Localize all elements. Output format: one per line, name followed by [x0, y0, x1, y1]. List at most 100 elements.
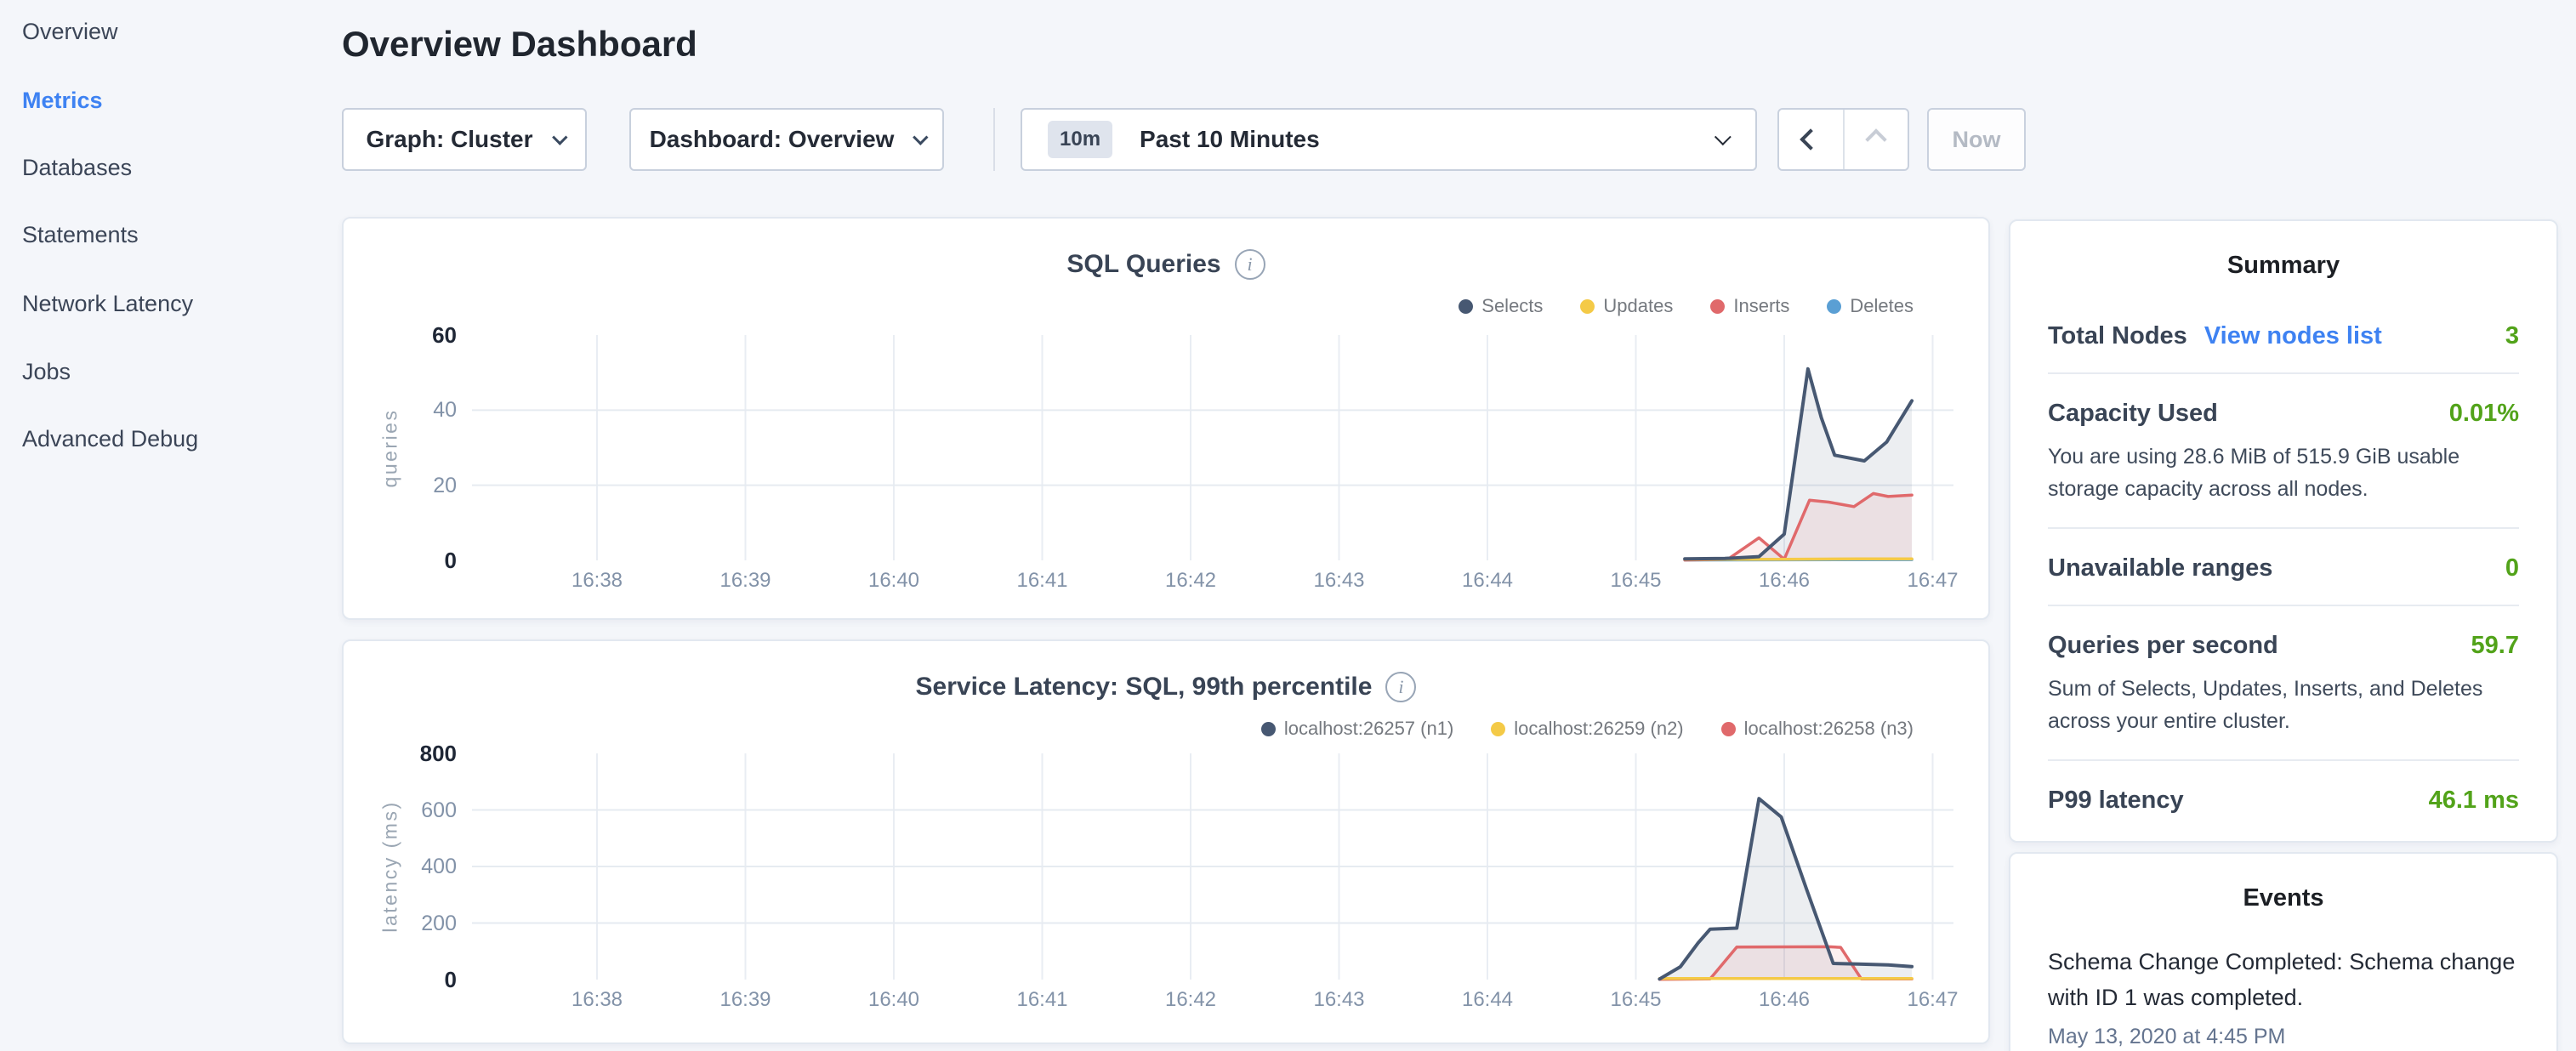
sidebar-item-overview[interactable]: Overview	[22, 14, 118, 48]
y-axis-label: latency (ms)	[379, 800, 402, 932]
legend-dot-icon	[1710, 299, 1725, 314]
legend-item: Updates	[1580, 295, 1673, 317]
view-nodes-list-link[interactable]: View nodes list	[2204, 322, 2382, 350]
chevron-down-icon	[552, 129, 567, 145]
y-axis-tick-label: 0	[372, 966, 457, 993]
events-panel: Events Schema Change Completed: Schema c…	[2009, 852, 2558, 1051]
sidebar-nav: Overview Metrics Databases Statements Networ…	[0, 0, 342, 1051]
summary-row-description: Sum of Selects, Updates, Inserts, and De…	[2048, 673, 2519, 737]
now-button[interactable]: Now	[1927, 108, 2026, 171]
sidebar-item-metrics[interactable]: Metrics	[22, 83, 103, 117]
y-axis-tick-label: 0	[372, 547, 457, 574]
legend-item: localhost:26258 (n3)	[1721, 718, 1914, 740]
legend-dot-icon	[1580, 299, 1595, 314]
controls-divider	[993, 108, 995, 171]
time-step-buttons	[1777, 108, 1909, 171]
summary-row-label: Capacity Used	[2048, 400, 2218, 428]
legend-dot-icon	[1491, 722, 1505, 736]
chart-legend: Selects Updates Inserts Deletes	[1459, 295, 1914, 317]
summary-row-description: You are using 28.6 MiB of 515.9 GiB usab…	[2048, 441, 2519, 505]
previous-time-button[interactable]	[1779, 110, 1843, 169]
chevron-right-icon	[1865, 128, 1886, 150]
legend-item: Inserts	[1710, 295, 1789, 317]
summary-row-label: Unavailable ranges	[2048, 554, 2272, 582]
x-axis-tick-label: 16:41	[992, 988, 1094, 1012]
legend-dot-icon	[1721, 722, 1736, 736]
legend-dot-icon	[1261, 722, 1276, 736]
legend-item: Selects	[1459, 295, 1543, 317]
event-item: Schema Change Completed: Schema change w…	[2048, 945, 2519, 1049]
sidebar-item-jobs[interactable]: Jobs	[22, 355, 71, 389]
legend-label: localhost:26257 (n1)	[1284, 718, 1453, 740]
dashboard-dropdown[interactable]: Dashboard: Overview	[629, 108, 944, 171]
chart-title: SQL Queries	[1066, 250, 1220, 279]
chart-plot-area[interactable]	[465, 747, 1953, 993]
summary-title: Summary	[2010, 252, 2556, 280]
graph-scope-dropdown[interactable]: Graph: Cluster	[342, 108, 587, 171]
sidebar-item-advanced-debug[interactable]: Advanced Debug	[22, 422, 198, 456]
x-axis-tick-label: 16:46	[1733, 569, 1835, 593]
legend-label: Deletes	[1850, 295, 1914, 317]
service-latency-chart-card: Service Latency: SQL, 99th percentile i …	[342, 639, 1990, 1044]
summary-panel: Summary Total Nodes View nodes list 3 Capac…	[2009, 219, 2558, 843]
x-axis-tick-label: 16:42	[1140, 988, 1242, 1012]
chart-title-row: Service Latency: SQL, 99th percentile i	[344, 670, 1988, 704]
time-window-selector[interactable]: 10m Past 10 Minutes	[1021, 108, 1757, 171]
summary-row-label: P99 latency	[2048, 787, 2184, 815]
summary-row-value: 3	[2505, 322, 2519, 350]
chart-plot-area[interactable]	[465, 325, 1953, 567]
legend-dot-icon	[1459, 299, 1473, 314]
x-axis-tick-label: 16:40	[843, 569, 945, 593]
summary-row-head: Capacity Used0.01%	[2048, 400, 2519, 428]
x-axis-tick-label: 16:44	[1436, 988, 1538, 1012]
summary-row-head: Queries per second 59.7	[2048, 632, 2519, 660]
info-icon[interactable]: i	[1385, 672, 1416, 702]
legend-item: localhost:26257 (n1)	[1261, 718, 1453, 740]
chart-legend: localhost:26257 (n1) localhost:26259 (n2)…	[1261, 718, 1914, 740]
dashboard-dropdown-label: Dashboard: Overview	[650, 126, 895, 153]
x-axis-tick-label: 16:47	[1882, 988, 1984, 1012]
page-title: Overview Dashboard	[342, 24, 697, 65]
next-time-button[interactable]	[1843, 110, 1908, 169]
legend-item: Deletes	[1827, 295, 1914, 317]
legend-dot-icon	[1827, 299, 1841, 314]
y-axis-tick-label: 800	[372, 740, 457, 767]
sidebar-item-network-latency[interactable]: Network Latency	[22, 287, 193, 321]
legend-label: localhost:26259 (n2)	[1514, 718, 1683, 740]
x-axis-tick-label: 16:42	[1140, 569, 1242, 593]
summary-row-value: 59.7	[2471, 632, 2519, 660]
x-axis-tick-label: 16:39	[695, 988, 797, 1012]
summary-row-value: 46.1 ms	[2429, 787, 2519, 815]
x-axis-tick-label: 16:43	[1288, 988, 1390, 1012]
summary-row: P99 latency 46.1 ms	[2048, 759, 2519, 837]
legend-label: Selects	[1481, 295, 1543, 317]
events-title: Events	[2010, 884, 2556, 912]
x-axis-tick-label: 16:45	[1585, 988, 1687, 1012]
summary-row-head: Total Nodes View nodes list 3	[2048, 322, 2519, 350]
summary-row-label: Total Nodes	[2048, 322, 2187, 350]
graph-scope-dropdown-label: Graph: Cluster	[366, 126, 532, 153]
events-list: Schema Change Completed: Schema change w…	[2048, 945, 2519, 1049]
x-axis-tick-label: 16:43	[1288, 569, 1390, 593]
sidebar-item-statements[interactable]: Statements	[22, 218, 139, 252]
chevron-down-icon	[1714, 128, 1732, 145]
chart-title: Service Latency: SQL, 99th percentile	[916, 673, 1373, 702]
sidebar-item-databases[interactable]: Databases	[22, 151, 132, 185]
summary-row-label: Queries per second	[2048, 632, 2278, 660]
x-axis-tick-label: 16:40	[843, 988, 945, 1012]
x-axis-tick-label: 16:46	[1733, 988, 1835, 1012]
db-console-page: { "sidebar": { "items": [ { "label": "Ov…	[0, 0, 2576, 1051]
x-axis-tick-label: 16:47	[1882, 569, 1984, 593]
legend-item: localhost:26259 (n2)	[1491, 718, 1683, 740]
chart-title-row: SQL Queries i	[344, 247, 1988, 281]
legend-label: Inserts	[1733, 295, 1789, 317]
y-axis-label: queries	[379, 408, 402, 487]
summary-row: Capacity Used0.01% You are using 28.6 MiB…	[2048, 372, 2519, 527]
legend-label: localhost:26258 (n3)	[1744, 718, 1914, 740]
info-icon[interactable]: i	[1235, 249, 1265, 280]
time-window-badge: 10m	[1048, 121, 1112, 158]
x-axis-tick-label: 16:38	[546, 569, 648, 593]
x-axis-tick-label: 16:45	[1585, 569, 1687, 593]
x-axis-tick-label: 16:41	[992, 569, 1094, 593]
summary-row-head: Unavailable ranges0	[2048, 554, 2519, 582]
